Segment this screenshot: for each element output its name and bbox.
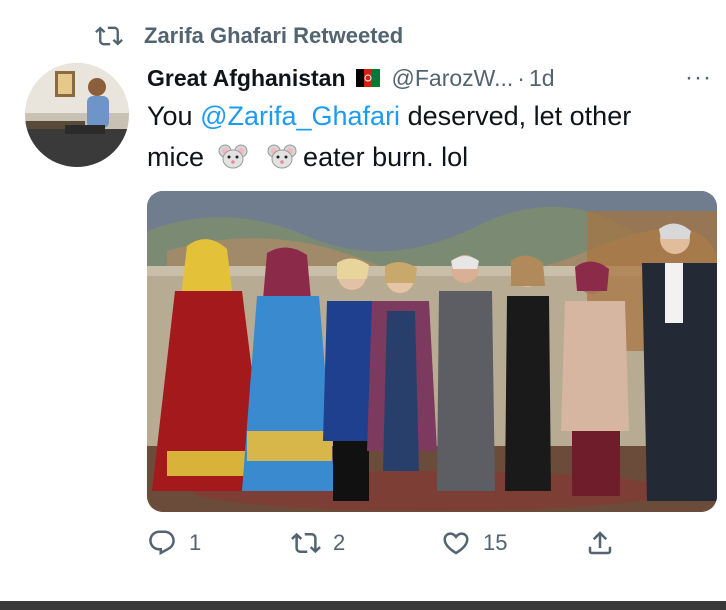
share-button[interactable] [585,528,627,558]
tweet-actions: 1 2 15 [147,528,707,568]
user-handle[interactable]: @FarozW... [392,65,514,92]
tweet-text-part: eater burn. lol [303,142,469,172]
share-icon [588,531,612,555]
like-count: 15 [483,530,508,555]
like-button[interactable]: 15 [441,528,507,558]
reply-icon [149,530,175,556]
tweet-text-part: deserved, let other [400,101,632,131]
more-options-icon[interactable]: ··· [685,64,712,92]
retweet-banner[interactable]: Zarifa Ghafari Retweeted [92,20,403,52]
group-photo-image [147,191,717,512]
avatar[interactable] [25,63,129,167]
retweet-button[interactable]: 2 [291,528,345,558]
timestamp[interactable]: 1d [529,65,555,92]
retweet-label: Zarifa Ghafari Retweeted [144,23,404,48]
separator-dot: · [517,64,525,91]
tweet-header: Great Afghanistan @FarozW... · 1d ··· [147,60,712,96]
reply-count: 1 [189,530,202,555]
mention-link[interactable]: @Zarifa_Ghafari [200,101,400,131]
tweet-text-part: mice [147,142,205,172]
tweet-text: You @Zarifa_Ghafari deserved, let other … [147,96,707,178]
mouse-face-icon [267,144,297,169]
tweet-text-part: You [147,101,201,131]
retweet-icon [291,532,321,554]
retweet-icon [95,26,123,46]
bottom-divider [0,601,726,610]
heart-icon [443,532,469,555]
afghanistan-flag-icon [355,69,380,87]
display-name[interactable]: Great Afghanistan [147,65,346,92]
mouse-face-icon [218,144,248,169]
reply-button[interactable]: 1 [147,528,201,558]
retweet-count: 2 [333,530,346,555]
tweet-media-photo[interactable] [147,191,717,512]
